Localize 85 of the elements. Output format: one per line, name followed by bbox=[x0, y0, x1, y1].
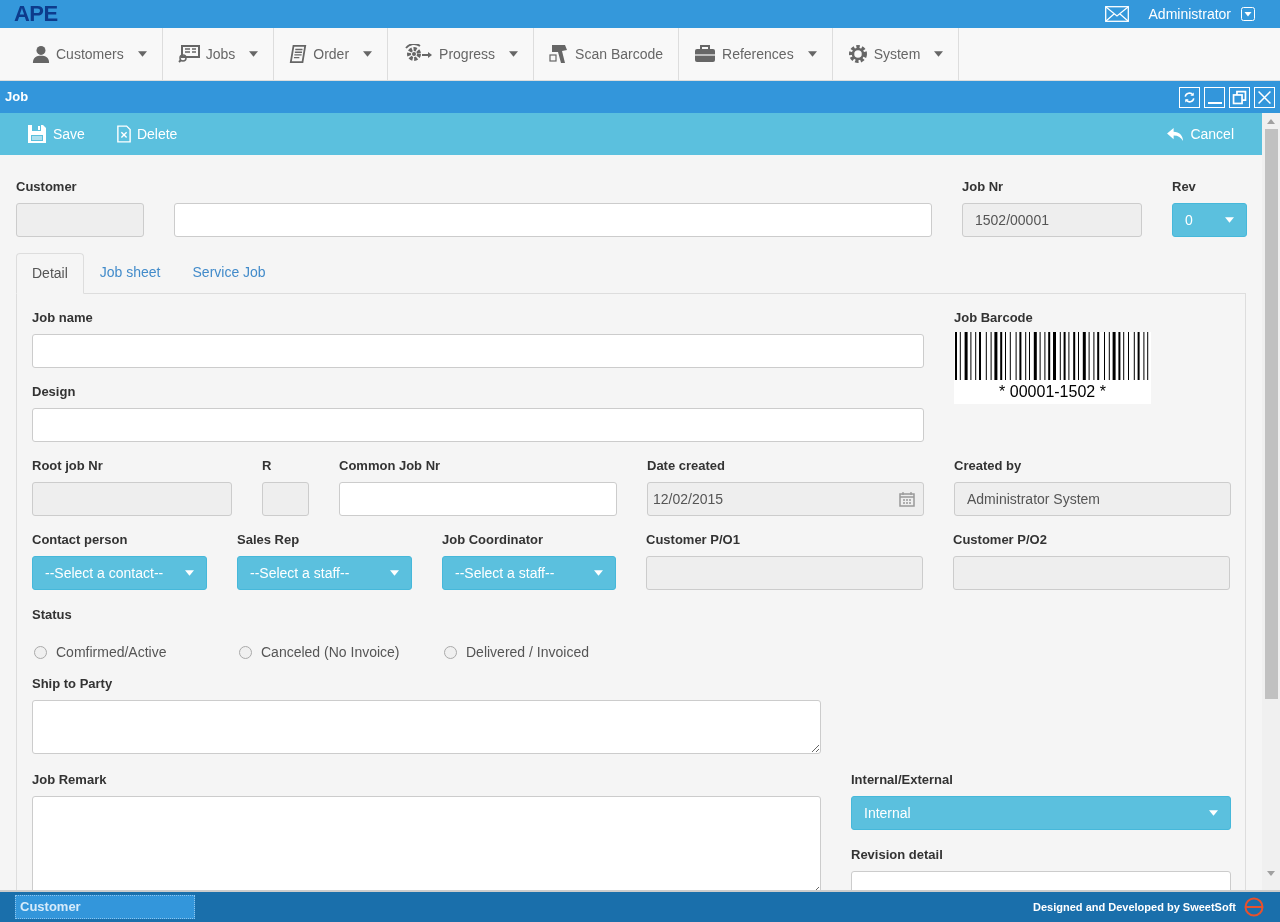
circle-logo-icon bbox=[1244, 897, 1264, 917]
input-field[interactable] bbox=[339, 482, 617, 516]
input-field[interactable] bbox=[646, 556, 923, 590]
text-area[interactable] bbox=[32, 796, 821, 890]
radio-option[interactable]: Comfirmed/Active bbox=[34, 642, 239, 663]
restore-icon bbox=[1231, 88, 1248, 106]
field-label: Root job Nr bbox=[32, 458, 104, 474]
input-field[interactable] bbox=[953, 556, 1230, 590]
radio-button[interactable] bbox=[444, 646, 457, 659]
window-title: Job bbox=[5, 88, 29, 107]
caret-icon bbox=[390, 570, 399, 576]
field-label: Customer P/O2 bbox=[953, 532, 1048, 548]
input-field[interactable]: Administrator System bbox=[954, 482, 1231, 516]
user-menu[interactable]: Administrator bbox=[1148, 3, 1255, 25]
delete-file-icon bbox=[116, 124, 131, 144]
field-label: Date created bbox=[647, 458, 727, 474]
radio-button[interactable] bbox=[34, 646, 47, 659]
field-label: Internal/External bbox=[851, 772, 954, 788]
field-label: Customer bbox=[16, 179, 78, 195]
close-button[interactable] bbox=[1254, 86, 1275, 108]
tab[interactable]: Job sheet bbox=[83, 252, 177, 293]
text-area[interactable] bbox=[32, 700, 821, 754]
field-label: Sales Rep bbox=[237, 532, 301, 548]
field-label: Rev bbox=[1172, 179, 1197, 195]
close-icon bbox=[1256, 88, 1273, 106]
radio-option[interactable]: Canceled (No Invoice) bbox=[239, 642, 444, 663]
field-label: Design bbox=[32, 384, 77, 400]
calendar-icon bbox=[899, 491, 915, 507]
nav-menu-item[interactable]: References bbox=[679, 28, 833, 80]
field-label: Common Job Nr bbox=[339, 458, 442, 474]
document-icon bbox=[289, 44, 308, 64]
field-label: Ship to Party bbox=[32, 676, 114, 692]
input-field[interactable] bbox=[174, 203, 932, 237]
mail-icon[interactable] bbox=[1104, 6, 1129, 22]
field-label: Revision detail bbox=[851, 847, 944, 863]
nav-menu-item[interactable]: Order bbox=[274, 28, 389, 80]
field-label: Customer P/O1 bbox=[646, 532, 741, 548]
caret-icon bbox=[594, 570, 603, 576]
field-label: R bbox=[262, 458, 273, 474]
tab[interactable]: Detail bbox=[16, 253, 84, 294]
field-label: Job name bbox=[32, 310, 94, 326]
radio-button[interactable] bbox=[239, 646, 252, 659]
minimize-icon bbox=[1207, 101, 1222, 104]
briefcase-icon bbox=[694, 45, 717, 63]
field-label: Job Coordinator bbox=[442, 532, 545, 548]
field-label: Status bbox=[32, 607, 73, 623]
caret-icon bbox=[1225, 217, 1234, 223]
input-field[interactable] bbox=[32, 408, 924, 442]
nav-menu-item[interactable]: Jobs bbox=[162, 28, 275, 80]
barcode-bars-icon bbox=[954, 332, 1151, 380]
person-icon bbox=[32, 44, 50, 64]
field-label: Contact person bbox=[32, 532, 129, 548]
input-field[interactable] bbox=[262, 482, 309, 516]
field-label: Job Barcode bbox=[954, 310, 1034, 326]
gear-icon bbox=[847, 44, 868, 64]
input-field[interactable]: 1502/00001 bbox=[962, 203, 1142, 237]
gear-arrow-icon bbox=[403, 44, 434, 64]
nav-menu-item[interactable]: Scan Barcode bbox=[534, 28, 680, 80]
nav-menu-item[interactable]: System bbox=[832, 28, 960, 80]
scrollbar[interactable] bbox=[1262, 113, 1280, 890]
scroll-down-icon bbox=[1267, 871, 1275, 876]
date-field[interactable]: 12/02/2015 bbox=[647, 482, 924, 516]
refresh-button[interactable] bbox=[1179, 86, 1200, 108]
barcode-text: * 00001-1502 * bbox=[998, 382, 1107, 402]
caret-icon bbox=[185, 570, 194, 576]
caret-icon bbox=[1209, 810, 1218, 816]
tab[interactable]: Service Job bbox=[176, 252, 282, 293]
footer-credit: Designed and Developed by SweetSoft bbox=[1033, 899, 1236, 915]
id-card-icon bbox=[177, 45, 200, 63]
field-label: Job Nr bbox=[962, 179, 1005, 195]
scroll-up-icon bbox=[1267, 119, 1275, 124]
minimize-button[interactable] bbox=[1204, 86, 1225, 108]
field-label: Job Remark bbox=[32, 772, 108, 788]
restore-button[interactable] bbox=[1229, 86, 1250, 108]
input-field[interactable] bbox=[32, 482, 232, 516]
input-field[interactable] bbox=[32, 334, 924, 368]
input-field[interactable] bbox=[16, 203, 144, 237]
scanner-icon bbox=[549, 44, 570, 64]
field-label: Created by bbox=[954, 458, 1023, 474]
nav-menu-item[interactable]: Progress bbox=[388, 28, 535, 80]
reply-arrow-icon bbox=[1167, 126, 1185, 142]
radio-option[interactable]: Delivered / Invoiced bbox=[444, 642, 649, 663]
nav-menu-item[interactable]: Customers bbox=[1, 28, 163, 80]
app-logo: APE bbox=[14, 3, 58, 25]
dropdown-icon bbox=[1241, 7, 1255, 21]
